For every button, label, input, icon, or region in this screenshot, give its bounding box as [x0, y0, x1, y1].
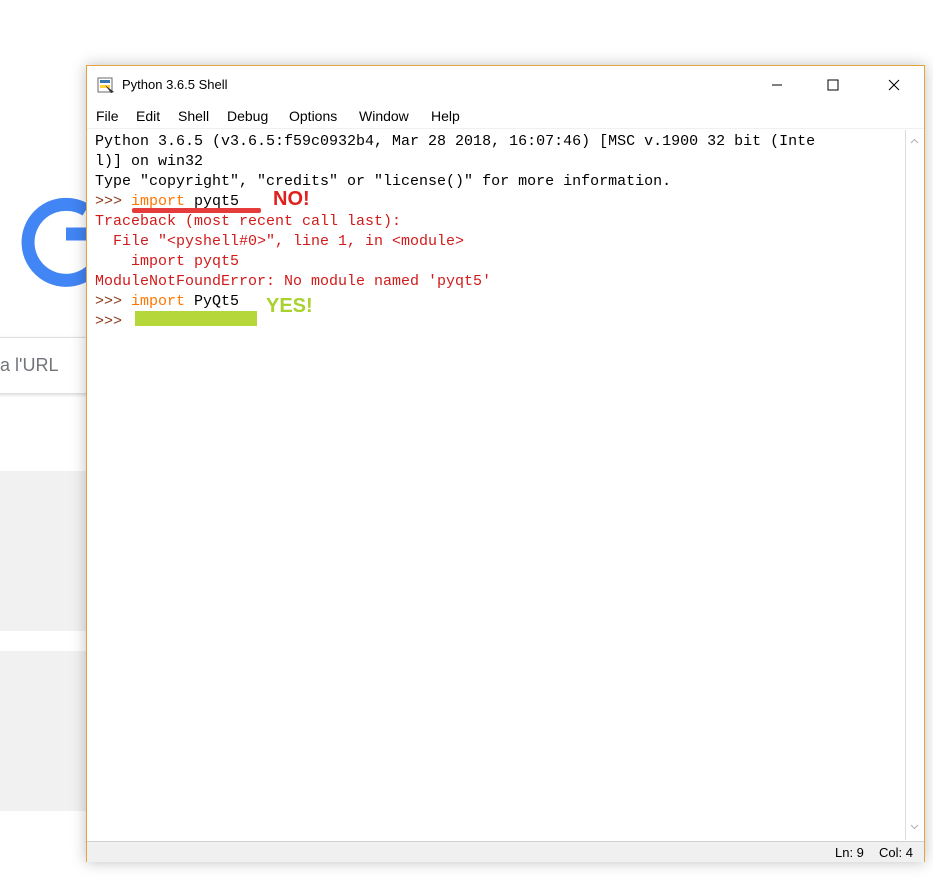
shortcut-tile[interactable]: [0, 471, 90, 631]
prompt: >>>: [95, 293, 132, 310]
error-line: Traceback (most recent call last):: [95, 213, 402, 230]
menu-file[interactable]: File: [96, 108, 119, 124]
menu-shell[interactable]: Shell: [178, 108, 209, 124]
maximize-icon: [827, 79, 839, 91]
shortcut-tile[interactable]: [0, 651, 90, 811]
scroll-down-icon[interactable]: [910, 824, 919, 830]
line-number: Ln: 9: [835, 845, 864, 860]
menu-debug[interactable]: Debug: [227, 108, 268, 124]
minimize-icon: [772, 84, 782, 86]
close-icon: [888, 79, 900, 91]
menu-help[interactable]: Help: [431, 108, 460, 124]
shell-console[interactable]: Python 3.6.5 (v3.6.5:f59c0932b4, Mar 28 …: [88, 130, 906, 840]
no-annotation: NO!: [273, 188, 310, 210]
prompt-line: >>>: [95, 313, 132, 330]
yes-annotation: YES!: [266, 295, 313, 317]
error-line: File "<pyshell#0>", line 1, in <module>: [95, 233, 465, 250]
title-bar[interactable]: Python 3.6.5 Shell: [87, 66, 924, 104]
window-title: Python 3.6.5 Shell: [122, 77, 228, 92]
banner-line: Python 3.6.5 (v3.6.5:f59c0932b4, Mar 28 …: [95, 133, 816, 150]
minimize-button[interactable]: [754, 66, 800, 104]
scroll-up-icon[interactable]: [910, 138, 919, 144]
banner-line: Type "copyright", "credits" or "license(…: [95, 173, 672, 190]
python-shell-window: Python 3.6.5 Shell File Edit Shell Debug…: [86, 65, 925, 862]
close-button[interactable]: [871, 66, 917, 104]
module-name: PyQt5: [185, 293, 240, 310]
input-line: >>> import PyQt5: [95, 292, 239, 312]
maximize-button[interactable]: [810, 66, 856, 104]
column-number: Col: 4: [879, 845, 913, 860]
menu-window[interactable]: Window: [359, 108, 409, 124]
red-underline-annotation: [132, 208, 261, 213]
menu-bar: File Edit Shell Debug Options Window Hel…: [87, 104, 924, 129]
search-hint: a l'URL: [0, 355, 59, 375]
banner-line: l)] on win32: [95, 153, 204, 170]
prompt: >>>: [95, 193, 132, 210]
error-line: import pyqt5: [95, 253, 240, 270]
python-idle-icon: [97, 77, 114, 93]
menu-edit[interactable]: Edit: [136, 108, 160, 124]
vertical-scrollbar[interactable]: [906, 130, 923, 840]
error-line: ModuleNotFoundError: No module named 'py…: [95, 273, 492, 290]
keyword: import: [131, 293, 186, 310]
status-bar: Ln: 9 Col: 4: [87, 841, 924, 862]
green-highlight-annotation: [135, 311, 257, 326]
menu-options[interactable]: Options: [289, 108, 337, 124]
